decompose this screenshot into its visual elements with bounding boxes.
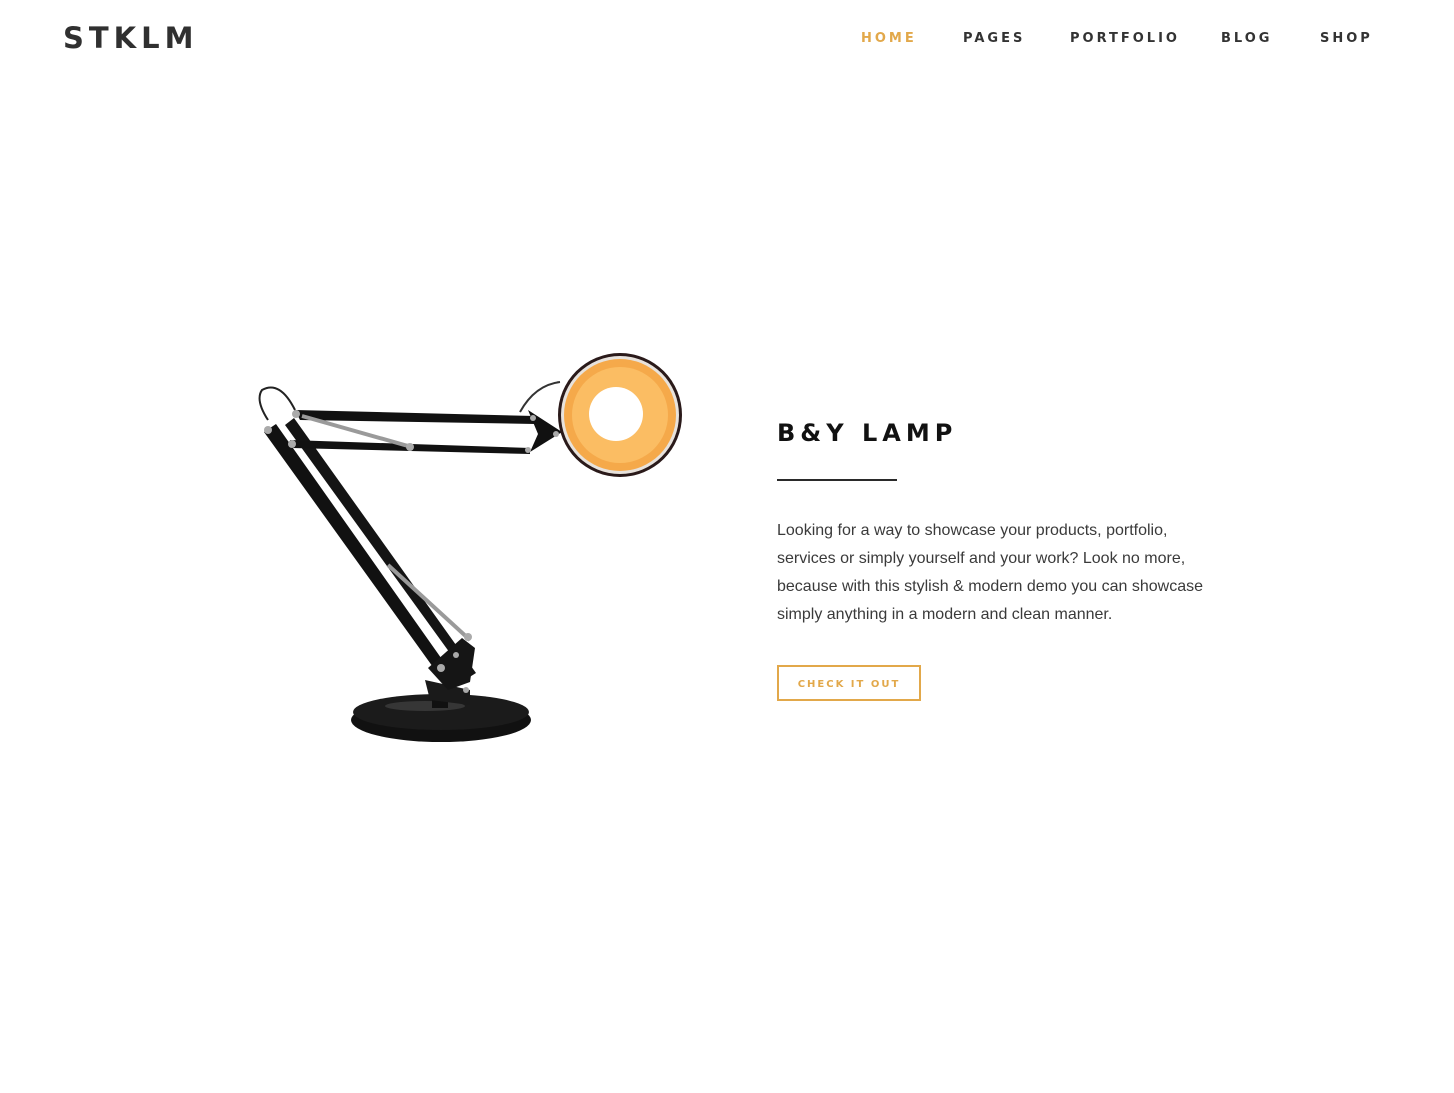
product-description: Looking for a way to showcase your produ…: [777, 522, 1203, 623]
product-title: B&Y LAMP: [777, 419, 958, 447]
nav-item-blog[interactable]: BLOG: [1221, 31, 1272, 47]
nav-item-portfolio[interactable]: PORTFOLIO: [1070, 31, 1180, 47]
main-nav: HOME PAGES PORTFOLIO BLOG SHOP: [0, 31, 1454, 47]
nav-item-pages[interactable]: PAGES: [963, 31, 1025, 47]
nav-item-home[interactable]: HOME: [861, 31, 917, 47]
title-divider: [777, 479, 897, 481]
check-it-out-button[interactable]: CHECK IT OUT: [777, 665, 921, 701]
desk-lamp-icon: [240, 345, 700, 755]
nav-item-shop[interactable]: SHOP: [1320, 31, 1373, 47]
